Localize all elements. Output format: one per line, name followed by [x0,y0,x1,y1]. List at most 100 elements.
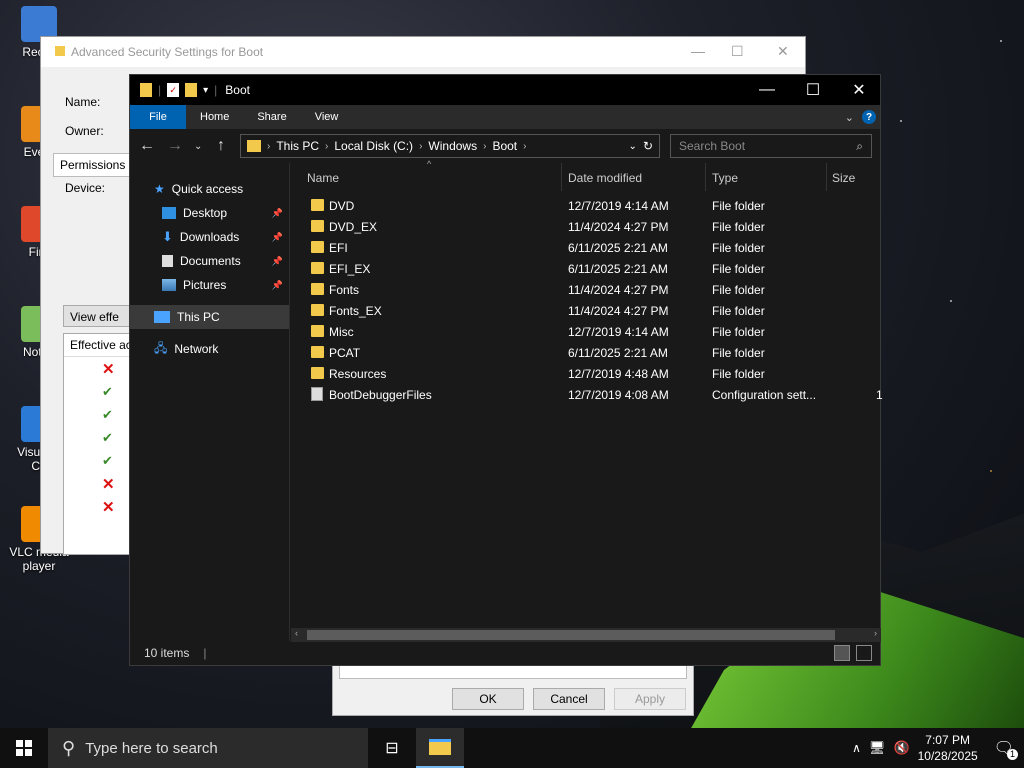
file-type: File folder [712,199,765,213]
nav-label: This PC [177,310,220,324]
nav-network[interactable]: 🖧 Network [130,337,289,361]
nav-pictures[interactable]: Pictures 📌 [130,273,289,297]
status-bar: 10 items | [130,641,880,665]
taskbar-search-input[interactable]: ⚲ Type here to search [48,728,368,768]
folder-icon [247,140,261,152]
scrollbar-thumb[interactable] [307,630,835,640]
file-date: 11/4/2024 4:27 PM [568,304,669,318]
scroll-right-icon[interactable]: › [874,628,877,638]
task-view-icon: ⊟ [385,740,399,757]
up-button[interactable]: ↑ [212,137,230,155]
notification-badge: 1 [1007,749,1018,760]
customize-quick-access-icon[interactable]: ▾ [203,85,208,96]
system-tray: ∧ 🖥 🔇 7:07 PM 10/28/2025 🗨 1 [852,728,1024,768]
large-icons-view-icon[interactable] [856,645,872,661]
file-row[interactable]: EFI_EX 6/11/2025 2:21 AM File folder [291,258,881,279]
file-name: EFI [329,241,348,255]
tab-view[interactable]: View [301,105,353,129]
file-type: File folder [712,325,765,339]
file-row[interactable]: EFI 6/11/2025 2:21 AM File folder [291,237,881,258]
tab-home[interactable]: Home [186,105,243,129]
file-date: 11/4/2024 4:27 PM [568,220,669,234]
folder-icon [311,220,324,232]
nav-desktop[interactable]: Desktop 📌 [130,201,289,225]
file-row[interactable]: DVD_EX 11/4/2024 4:27 PM File folder [291,216,881,237]
horizontal-scrollbar[interactable]: ‹ › [291,628,881,642]
breadcrumb-local-disk[interactable]: Local Disk (C:) [334,139,413,153]
column-date-modified[interactable]: Date modified [568,171,642,185]
breadcrumb-windows[interactable]: Windows [428,139,477,153]
nav-label: Downloads [179,230,240,244]
forward-button[interactable]: → [166,137,184,155]
nav-documents[interactable]: Documents 📌 [130,249,289,273]
start-button[interactable] [0,728,48,768]
file-row[interactable]: BootDebuggerFiles 12/7/2019 4:08 AM Config… [291,384,883,405]
cancel-button[interactable]: Cancel [533,688,605,710]
notification-center-icon[interactable]: 🗨 1 [994,738,1018,760]
tab-share[interactable]: Share [243,105,300,129]
tab-permissions[interactable]: Permissions [53,153,133,177]
file-row[interactable]: PCAT 6/11/2025 2:21 AM File folder [291,342,881,363]
file-type: File folder [712,241,765,255]
details-view-icon[interactable] [834,645,850,661]
explorer-titlebar[interactable]: | ✓ ▾ | Boot — ☐ ✕ [130,75,880,105]
properties-icon[interactable]: ✓ [167,83,180,97]
search-icon: ⚲ [62,737,76,758]
nav-this-pc[interactable]: This PC [130,305,289,329]
nav-downloads[interactable]: ⬇ Downloads 📌 [130,225,289,249]
scroll-left-icon[interactable]: ‹ [295,628,298,638]
minimize-button[interactable]: — [691,43,705,59]
file-row[interactable]: Misc 12/7/2019 4:14 AM File folder [291,321,881,342]
file-date: 6/11/2025 2:21 AM [568,241,668,255]
nav-label: Desktop [183,206,228,220]
help-icon[interactable]: ? [862,110,876,124]
computer-icon [154,311,170,323]
clock[interactable]: 7:07 PM 10/28/2025 [918,732,978,764]
breadcrumb-this-pc[interactable]: This PC [276,139,319,153]
column-size[interactable]: Size [832,171,855,185]
file-date: 11/4/2024 4:27 PM [568,283,669,297]
ribbon-tabs: File Home Share View ⌄ ? [130,105,880,129]
address-bar[interactable]: › This PC › Local Disk (C:) › Windows › … [240,134,660,158]
task-view-button[interactable]: ⊟ [368,728,416,768]
file-row[interactable]: Fonts_EX 11/4/2024 4:27 PM File folder [291,300,881,321]
show-hidden-icons-icon[interactable]: ∧ [852,741,861,755]
file-row[interactable]: DVD 12/7/2019 4:14 AM File folder [291,195,881,216]
taskbar-file-explorer[interactable] [416,728,464,768]
column-name[interactable]: Name [307,171,339,185]
recent-locations-button[interactable]: ⌄ [194,141,202,152]
search-input[interactable]: Search Boot ⌕ [670,134,872,158]
adv-window-title: Advanced Security Settings for Boot [71,45,264,59]
minimize-button[interactable]: — [744,75,790,105]
address-dropdown-icon[interactable]: ⌄ [629,141,637,152]
permission-dialog-footer: OK Cancel Apply [332,660,694,716]
download-icon: ⬇ [162,229,173,244]
file-type: File folder [712,304,765,318]
maximize-button[interactable]: ☐ [790,75,836,105]
nav-quick-access[interactable]: ★ Quick access [130,177,289,201]
adv-titlebar[interactable]: Advanced Security Settings for Boot — ☐ … [41,37,805,67]
expand-ribbon-icon[interactable]: ⌄ [845,111,854,124]
file-row[interactable]: Fonts 11/4/2024 4:27 PM File folder [291,279,881,300]
nav-label: Network [174,342,219,356]
apply-button[interactable]: Apply [614,688,686,710]
close-button[interactable]: ✕ [777,43,789,60]
network-icon[interactable]: 🖥 [869,740,886,756]
file-type: File folder [712,367,765,381]
search-icon: ⌕ [856,138,863,153]
pin-icon: 📌 [271,255,283,266]
new-folder-icon[interactable] [185,83,198,97]
back-button[interactable]: ← [138,137,156,155]
column-type[interactable]: Type [712,171,738,185]
tab-file[interactable]: File [130,105,186,129]
file-type: File folder [712,283,765,297]
file-type: File folder [712,220,765,234]
deny-icon: ✕ [102,475,115,493]
close-button[interactable]: ✕ [836,75,882,105]
refresh-icon[interactable]: ↻ [643,139,653,153]
ok-button[interactable]: OK [452,688,524,710]
maximize-button[interactable]: ☐ [731,43,744,60]
file-row[interactable]: Resources 12/7/2019 4:48 AM File folder [291,363,881,384]
breadcrumb-boot[interactable]: Boot [492,139,517,153]
volume-muted-icon[interactable]: 🔇 [893,740,909,756]
